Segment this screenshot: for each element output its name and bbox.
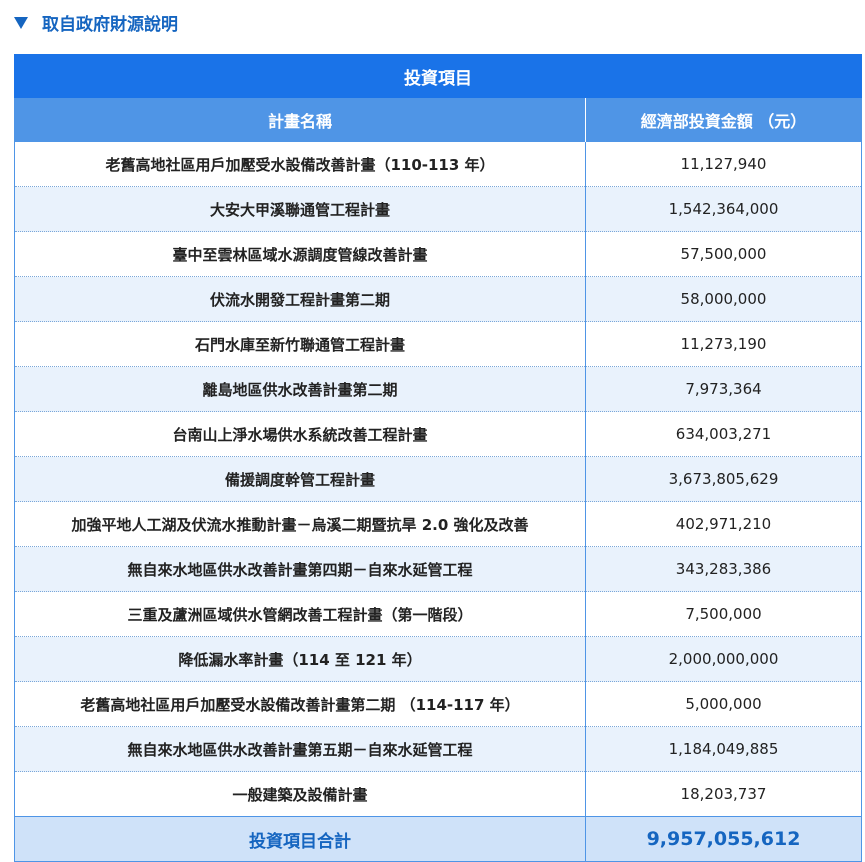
table-row: 台南山上淨水場供水系統改善工程計畫 634,003,271 (14, 411, 862, 457)
table-title-row: 投資項目 (14, 54, 862, 98)
investment-amount-cell: 11,127,940 (585, 142, 862, 187)
column-header-name: 計畫名稱 (14, 98, 586, 142)
project-name-cell: 石門水庫至新竹聯通管工程計畫 (14, 321, 586, 367)
project-name-cell: 老舊高地社區用戶加壓受水設備改善計畫（110-113 年） (14, 142, 586, 187)
total-label: 投資項目合計 (14, 816, 586, 862)
project-name-cell: 老舊高地社區用戶加壓受水設備改善計畫第二期 （114-117 年） (14, 681, 586, 727)
project-name-cell: 一般建築及設備計畫 (14, 771, 586, 817)
investment-amount-cell: 3,673,805,629 (585, 456, 862, 502)
investment-amount-cell: 58,000,000 (585, 276, 862, 322)
project-name-cell: 無自來水地區供水改善計畫第四期－自來水延管工程 (14, 546, 586, 592)
total-amount: 9,957,055,612 (585, 816, 862, 862)
investment-amount-cell: 5,000,000 (585, 681, 862, 727)
section-title: 取自政府財源說明 (42, 14, 178, 35)
investment-amount-cell: 7,973,364 (585, 366, 862, 412)
table-body: 老舊高地社區用戶加壓受水設備改善計畫（110-113 年） 11,127,940 大… (14, 142, 862, 817)
project-name-cell: 伏流水開發工程計畫第二期 (14, 276, 586, 322)
investment-amount-cell: 7,500,000 (585, 591, 862, 637)
investment-amount-cell: 18,203,737 (585, 771, 862, 817)
investment-amount-cell: 1,542,364,000 (585, 186, 862, 232)
investment-amount-cell: 343,283,386 (585, 546, 862, 592)
investment-amount-cell: 11,273,190 (585, 321, 862, 367)
table-row: 大安大甲溪聯通管工程計畫 1,542,364,000 (14, 186, 862, 232)
project-name-cell: 台南山上淨水場供水系統改善工程計畫 (14, 411, 586, 457)
table-title: 投資項目 (14, 54, 862, 98)
table-row: 三重及蘆洲區域供水管網改善工程計畫（第一階段） 7,500,000 (14, 591, 862, 637)
project-name-cell: 降低漏水率計畫（114 至 121 年） (14, 636, 586, 682)
project-name-cell: 三重及蘆洲區域供水管網改善工程計畫（第一階段） (14, 591, 586, 637)
total-row: 投資項目合計 9,957,055,612 (14, 816, 862, 862)
table-row: 一般建築及設備計畫 18,203,737 (14, 771, 862, 817)
table-row: 離島地區供水改善計畫第二期 7,973,364 (14, 366, 862, 412)
project-name-cell: 無自來水地區供水改善計畫第五期－自來水延管工程 (14, 726, 586, 772)
table-row: 石門水庫至新竹聯通管工程計畫 11,273,190 (14, 321, 862, 367)
investment-table: 投資項目 計畫名稱 經濟部投資金額 （元） 老舊高地社區用戶加壓受水設備改善計畫… (14, 54, 862, 862)
triangle-down-icon (14, 16, 28, 29)
table-row: 無自來水地區供水改善計畫第五期－自來水延管工程 1,184,049,885 (14, 726, 862, 772)
column-header-row: 計畫名稱 經濟部投資金額 （元） (14, 98, 862, 142)
project-name-cell: 大安大甲溪聯通管工程計畫 (14, 186, 586, 232)
project-name-cell: 離島地區供水改善計畫第二期 (14, 366, 586, 412)
project-name-cell: 加強平地人工湖及伏流水推動計畫－烏溪二期暨抗旱 2.0 強化及改善 (14, 501, 586, 547)
table-row: 老舊高地社區用戶加壓受水設備改善計畫（110-113 年） 11,127,940 (14, 142, 862, 187)
table-row: 加強平地人工湖及伏流水推動計畫－烏溪二期暨抗旱 2.0 強化及改善 402,971… (14, 501, 862, 547)
investment-amount-cell: 402,971,210 (585, 501, 862, 547)
table-row: 伏流水開發工程計畫第二期 58,000,000 (14, 276, 862, 322)
investment-amount-cell: 2,000,000,000 (585, 636, 862, 682)
investment-amount-cell: 634,003,271 (585, 411, 862, 457)
column-header-amount: 經濟部投資金額 （元） (585, 98, 862, 142)
table-row: 老舊高地社區用戶加壓受水設備改善計畫第二期 （114-117 年） 5,000,0… (14, 681, 862, 727)
table-row: 無自來水地區供水改善計畫第四期－自來水延管工程 343,283,386 (14, 546, 862, 592)
project-name-cell: 備援調度幹管工程計畫 (14, 456, 586, 502)
section-toggle[interactable]: 取自政府財源說明 (14, 9, 178, 35)
table-row: 降低漏水率計畫（114 至 121 年） 2,000,000,000 (14, 636, 862, 682)
table-row: 備援調度幹管工程計畫 3,673,805,629 (14, 456, 862, 502)
investment-amount-cell: 1,184,049,885 (585, 726, 862, 772)
investment-amount-cell: 57,500,000 (585, 231, 862, 277)
project-name-cell: 臺中至雲林區域水源調度管線改善計畫 (14, 231, 586, 277)
table-row: 臺中至雲林區域水源調度管線改善計畫 57,500,000 (14, 231, 862, 277)
